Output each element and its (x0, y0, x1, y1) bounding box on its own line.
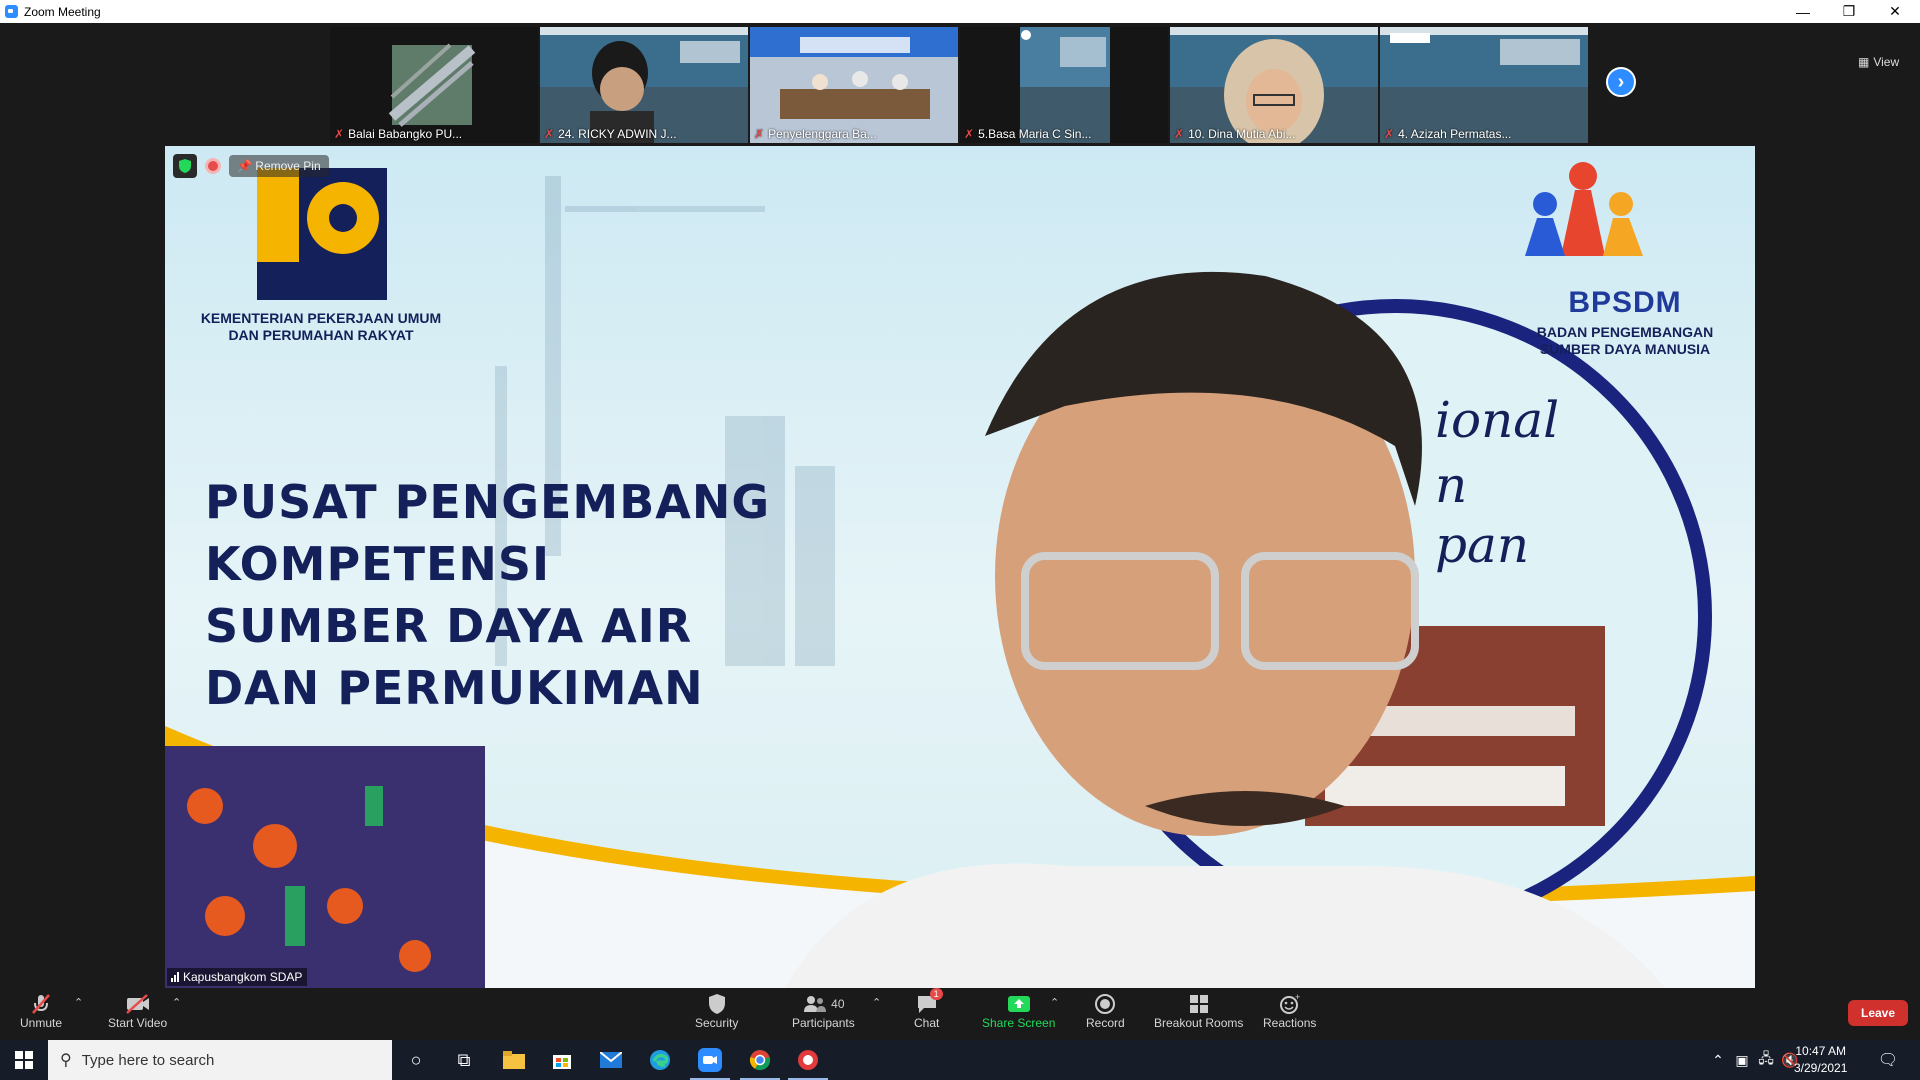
security-button[interactable]: Security (695, 992, 738, 1030)
start-video-button[interactable]: Start Video (108, 992, 167, 1030)
chat-badge: 1 (929, 988, 943, 1000)
slide-script-text: n (1435, 456, 1468, 514)
participant-name: ✗ Penyelenggara Ba... (754, 127, 877, 141)
clock-date: 3/29/2021 (1794, 1061, 1848, 1075)
share-screen-button[interactable]: Share Screen (982, 992, 1055, 1030)
system-clock[interactable]: 10:47 AM 3/29/2021 (1794, 1043, 1847, 1077)
view-button[interactable]: ▦ View (1858, 55, 1899, 69)
reactions-button[interactable]: + Reactions (1263, 992, 1316, 1030)
video-overlay-controls: 📌 Remove Pin (173, 154, 329, 178)
maximize-button[interactable]: ❐ (1826, 0, 1872, 23)
chat-icon: 1 (916, 988, 943, 1016)
slide-script-text: ional (1435, 391, 1560, 449)
muted-mic-icon: ✗ (334, 127, 345, 141)
windows-taskbar: ⚲ Type here to search ○ ⧉ ⌃ ▣ 🖧 🔇 10:47 … (0, 1040, 1920, 1080)
leave-button[interactable]: Leave (1848, 1000, 1908, 1026)
chat-button[interactable]: 1 Chat (914, 988, 943, 1030)
edge-browser-icon[interactable] (646, 1046, 674, 1074)
video-options-caret[interactable]: ⌃ (172, 996, 181, 1009)
bpsdm-title: BPSDM (1568, 286, 1682, 319)
search-placeholder: Type here to search (81, 1051, 215, 1069)
windows-start-button[interactable] (10, 1046, 38, 1074)
unmute-button[interactable]: Unmute (20, 992, 62, 1030)
participant-thumbnail[interactable]: ✗ Penyelenggara Ba... (750, 27, 958, 143)
breakout-rooms-icon (1188, 992, 1210, 1016)
participant-name: ✗ 24. RICKY ADWIN J... (544, 127, 677, 141)
zoom-taskbar-icon[interactable] (696, 1046, 724, 1074)
media-app-icon[interactable] (794, 1046, 822, 1074)
participant-name: ✗ Balai Babangko PU... (334, 127, 463, 141)
participant-thumbnail[interactable]: ✗ Balai Babangko PU... (330, 27, 538, 143)
participant-thumbnail[interactable]: ✗ 4. Azizah Permatas... (1380, 27, 1588, 143)
muted-mic-icon: ✗ (1174, 127, 1185, 141)
minimize-button[interactable]: — (1780, 0, 1826, 23)
muted-mic-icon: ✗ (754, 127, 765, 141)
remove-pin-button[interactable]: 📌 Remove Pin (229, 155, 329, 177)
close-button[interactable]: ✕ (1872, 0, 1918, 23)
grid-icon: ▦ (1858, 55, 1870, 69)
next-page-button[interactable]: › (1606, 67, 1636, 97)
microsoft-store-icon[interactable] (548, 1046, 576, 1074)
search-icon: ⚲ (60, 1052, 72, 1069)
ministry-name: KEMENTERIAN PEKERJAAN UMUM DAN PERUMAHAN… (200, 310, 442, 343)
taskbar-search-box[interactable]: ⚲ Type here to search (48, 1040, 392, 1080)
breakout-rooms-button[interactable]: Breakout Rooms (1154, 992, 1243, 1030)
participants-count: 40 (831, 997, 845, 1011)
speaker-name-label: Kapusbangkom SDAP (167, 968, 308, 986)
participant-thumbnail[interactable]: ✗ 5.Basa Maria C Sin... (960, 27, 1168, 143)
file-explorer-icon[interactable] (500, 1046, 528, 1074)
encryption-shield-icon (173, 154, 197, 178)
participant-thumbnail[interactable]: ✗ 24. RICKY ADWIN J... (540, 27, 748, 143)
bpsdm-logo-text: BPSDM BADAN PENGEMBANGAN SUMBER DAYA MAN… (1505, 286, 1745, 358)
participant-name: ✗ 10. Dina Mutia Abi... (1174, 127, 1296, 141)
recording-indicator-icon (205, 158, 221, 174)
mail-icon[interactable] (597, 1046, 625, 1074)
share-options-caret[interactable]: ⌃ (1050, 996, 1059, 1009)
muted-microphone-icon (30, 992, 52, 1016)
audio-options-caret[interactable]: ⌃ (74, 996, 83, 1009)
zoom-app-icon (5, 5, 18, 18)
bpsdm-subtitle-1: BADAN PENGEMBANGAN (1536, 324, 1714, 340)
chevron-right-icon: › (1617, 70, 1625, 93)
record-icon (1094, 992, 1116, 1016)
window-titlebar: Zoom Meeting — ❐ ✕ (0, 0, 1920, 23)
signal-strength-icon (171, 972, 179, 982)
muted-mic-icon: ✗ (1384, 127, 1395, 141)
participant-name: ✗ 5.Basa Maria C Sin... (964, 127, 1092, 141)
video-off-icon (125, 992, 151, 1016)
muted-mic-icon: ✗ (544, 127, 555, 141)
participant-strip: ✗ Balai Babangko PU... ✗ 24. RICKY ADWIN J… (0, 23, 1920, 143)
meeting-toolbar: Unmute ⌃ Start Video ⌃ Security 40 Parti… (0, 988, 1920, 1040)
record-button[interactable]: Record (1086, 992, 1125, 1030)
smiley-icon: + (1278, 992, 1302, 1016)
bpsdm-subtitle-2: SUMBER DAYA MANUSIA (1539, 341, 1711, 357)
notifications-icon[interactable]: 🗨 (1874, 1046, 1902, 1074)
shield-icon (707, 992, 727, 1016)
cortana-icon[interactable]: ○ (402, 1046, 430, 1074)
participants-options-caret[interactable]: ⌃ (872, 996, 881, 1009)
participant-name: ✗ 4. Azizah Permatas... (1384, 127, 1512, 141)
chrome-icon[interactable] (746, 1046, 774, 1074)
clock-time: 10:47 AM (1795, 1044, 1847, 1058)
task-view-icon[interactable]: ⧉ (450, 1046, 478, 1074)
participants-button[interactable]: 40 Participants (792, 992, 855, 1030)
share-screen-icon (1007, 992, 1031, 1016)
slide-script-text: pan (1435, 516, 1530, 574)
participants-icon: 40 (802, 992, 845, 1016)
muted-mic-icon: ✗ (964, 127, 975, 141)
participant-thumbnail[interactable]: ✗ 10. Dina Mutia Abi... (1170, 27, 1378, 143)
speaker-video[interactable]: KEMENTERIAN PEKERJAAN UMUM DAN PERUMAHAN… (165, 146, 1755, 988)
slide-title: PUSAT PENGEMBANG KOMPETENSI SUMBER DAYA … (205, 475, 771, 715)
window-title: Zoom Meeting (24, 4, 101, 19)
svg-text:+: + (1295, 993, 1300, 1002)
